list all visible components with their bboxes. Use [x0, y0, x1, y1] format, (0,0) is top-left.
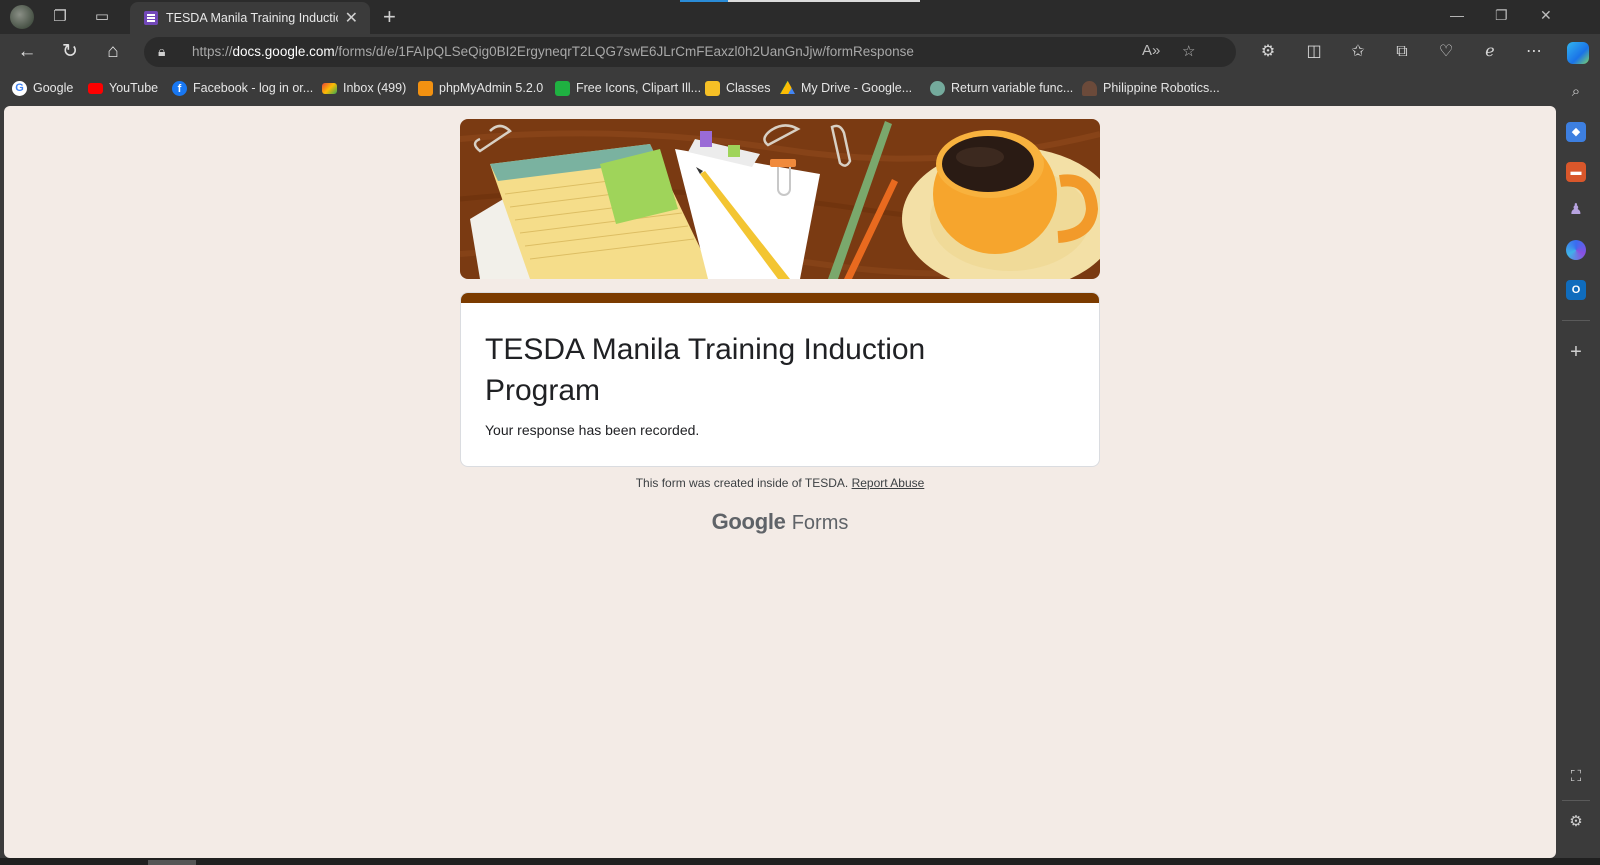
tools-icon[interactable]: ▬ — [1566, 162, 1586, 182]
google-icon: G — [12, 80, 27, 96]
title-bar: ❐ ▭ TESDA Manila Training Induction Prog… — [0, 0, 1600, 34]
read-aloud-icon[interactable]: A» — [1142, 42, 1160, 59]
bookmark-facebook[interactable]: f Facebook - log in or... — [172, 79, 313, 97]
sidebar-divider — [1562, 320, 1590, 321]
back-button[interactable]: ← — [15, 40, 39, 64]
close-window-button[interactable]: ✕ — [1540, 7, 1552, 24]
bookmark-chatgpt[interactable]: Return variable func... — [930, 79, 1073, 97]
google-wordmark: Google — [711, 509, 786, 534]
report-abuse-link[interactable]: Report Abuse — [852, 476, 925, 490]
bookmark-phpmyadmin[interactable]: phpMyAdmin 5.2.0 — [418, 79, 543, 97]
search-icon[interactable]: ⌕ — [1566, 82, 1586, 102]
form-footer-note: This form was created inside of TESDA. R… — [460, 476, 1100, 490]
new-tab-button[interactable]: + — [383, 4, 396, 30]
confirmation-message: Your response has been recorded. — [485, 422, 700, 438]
address-bar[interactable]: 🔒︎ https://docs.google.com/forms/d/e/1FA… — [144, 37, 1236, 67]
form-title: TESDA Manila Training Induction Program — [485, 333, 926, 407]
tab-active[interactable]: TESDA Manila Training Induction Program … — [130, 2, 370, 34]
phpmyadmin-icon — [418, 80, 433, 96]
restore-button[interactable]: ❐ — [1495, 7, 1508, 24]
profile-avatar[interactable] — [10, 5, 34, 29]
page-viewport: TESDA Manila Training Induction Program … — [4, 106, 1556, 858]
google-forms-logo[interactable]: Google Forms — [460, 509, 1100, 535]
minimize-button[interactable]: — — [1450, 7, 1464, 23]
bookmark-philippine-robotics[interactable]: Philippine Robotics... — [1082, 79, 1220, 97]
favorites-icon[interactable]: ✩ — [1346, 40, 1370, 64]
youtube-icon — [88, 82, 103, 94]
collections-icon[interactable]: ⧉ — [1390, 40, 1414, 64]
screenshot-icon[interactable]: ⛶ — [1566, 767, 1586, 787]
workspaces-icon[interactable]: ❐ — [50, 7, 70, 27]
bookmark-classes[interactable]: Classes — [705, 79, 770, 97]
browser-essentials-icon[interactable]: ♡ — [1434, 40, 1458, 64]
confirmation-card: TESDA Manila Training Induction Program … — [460, 292, 1100, 467]
bookmark-youtube[interactable]: YouTube — [88, 79, 158, 97]
sidebar-settings-icon[interactable]: ⚙ — [1566, 812, 1586, 832]
refresh-button[interactable]: ↻ — [58, 40, 82, 64]
bookmark-icons8[interactable]: Free Icons, Clipart Ill... — [555, 79, 701, 97]
sidebar-divider-bottom — [1562, 800, 1590, 801]
tab-title: TESDA Manila Training Induction Program — [166, 11, 338, 25]
robotics-icon — [1082, 80, 1097, 96]
add-sidebar-app-icon[interactable]: + — [1566, 342, 1586, 362]
form-header-image — [460, 119, 1100, 279]
navigation-bar: ← ↻ ⌂ 🔒︎ https://docs.google.com/forms/d… — [0, 34, 1600, 70]
footer-note-text: This form was created inside of TESDA. — [635, 476, 849, 490]
classroom-icon — [705, 80, 720, 96]
games-icon[interactable]: ♟ — [1566, 200, 1586, 220]
favorite-star-icon[interactable]: ☆ — [1182, 42, 1195, 60]
google-forms-icon — [144, 11, 158, 25]
bookmarks-bar: G Google YouTube f Facebook - log in or...… — [0, 70, 1552, 104]
close-tab-icon[interactable]: ✕ — [345, 8, 358, 28]
loading-indicator — [680, 0, 920, 2]
bookmark-google[interactable]: G Google — [12, 79, 73, 97]
forms-wordmark: Forms — [791, 512, 849, 534]
internet-explorer-mode-icon[interactable]: ℯ — [1478, 40, 1502, 64]
theme-accent-bar — [461, 293, 1099, 303]
drive-icon — [780, 80, 795, 94]
icons8-icon — [555, 80, 570, 96]
taskbar-edge — [0, 858, 1600, 865]
extensions-icon[interactable]: ⚙ — [1256, 40, 1280, 64]
shopping-tag-icon[interactable]: ◆ — [1566, 122, 1586, 142]
more-menu-icon[interactable]: ⋯ — [1522, 40, 1546, 64]
copilot-icon[interactable] — [1567, 42, 1589, 64]
bookmark-my-drive[interactable]: My Drive - Google... — [780, 79, 912, 97]
outlook-icon[interactable]: O — [1566, 280, 1586, 300]
tab-actions-icon[interactable]: ▭ — [92, 7, 112, 27]
lock-icon[interactable]: 🔒︎ — [158, 43, 165, 60]
edge-sidebar: ⌕ ◆ ▬ ♟ O + ⛶ ⚙ — [1552, 70, 1600, 865]
facebook-icon: f — [172, 80, 187, 96]
gmail-icon — [322, 82, 337, 94]
url-text[interactable]: https://docs.google.com/forms/d/e/1FAIpQ… — [192, 44, 914, 59]
bookmark-inbox[interactable]: Inbox (499) — [322, 79, 406, 97]
split-screen-icon[interactable]: ◫ — [1302, 40, 1326, 64]
microsoft-365-icon[interactable] — [1566, 240, 1586, 260]
home-button[interactable]: ⌂ — [101, 40, 125, 64]
chatgpt-icon — [930, 80, 945, 96]
